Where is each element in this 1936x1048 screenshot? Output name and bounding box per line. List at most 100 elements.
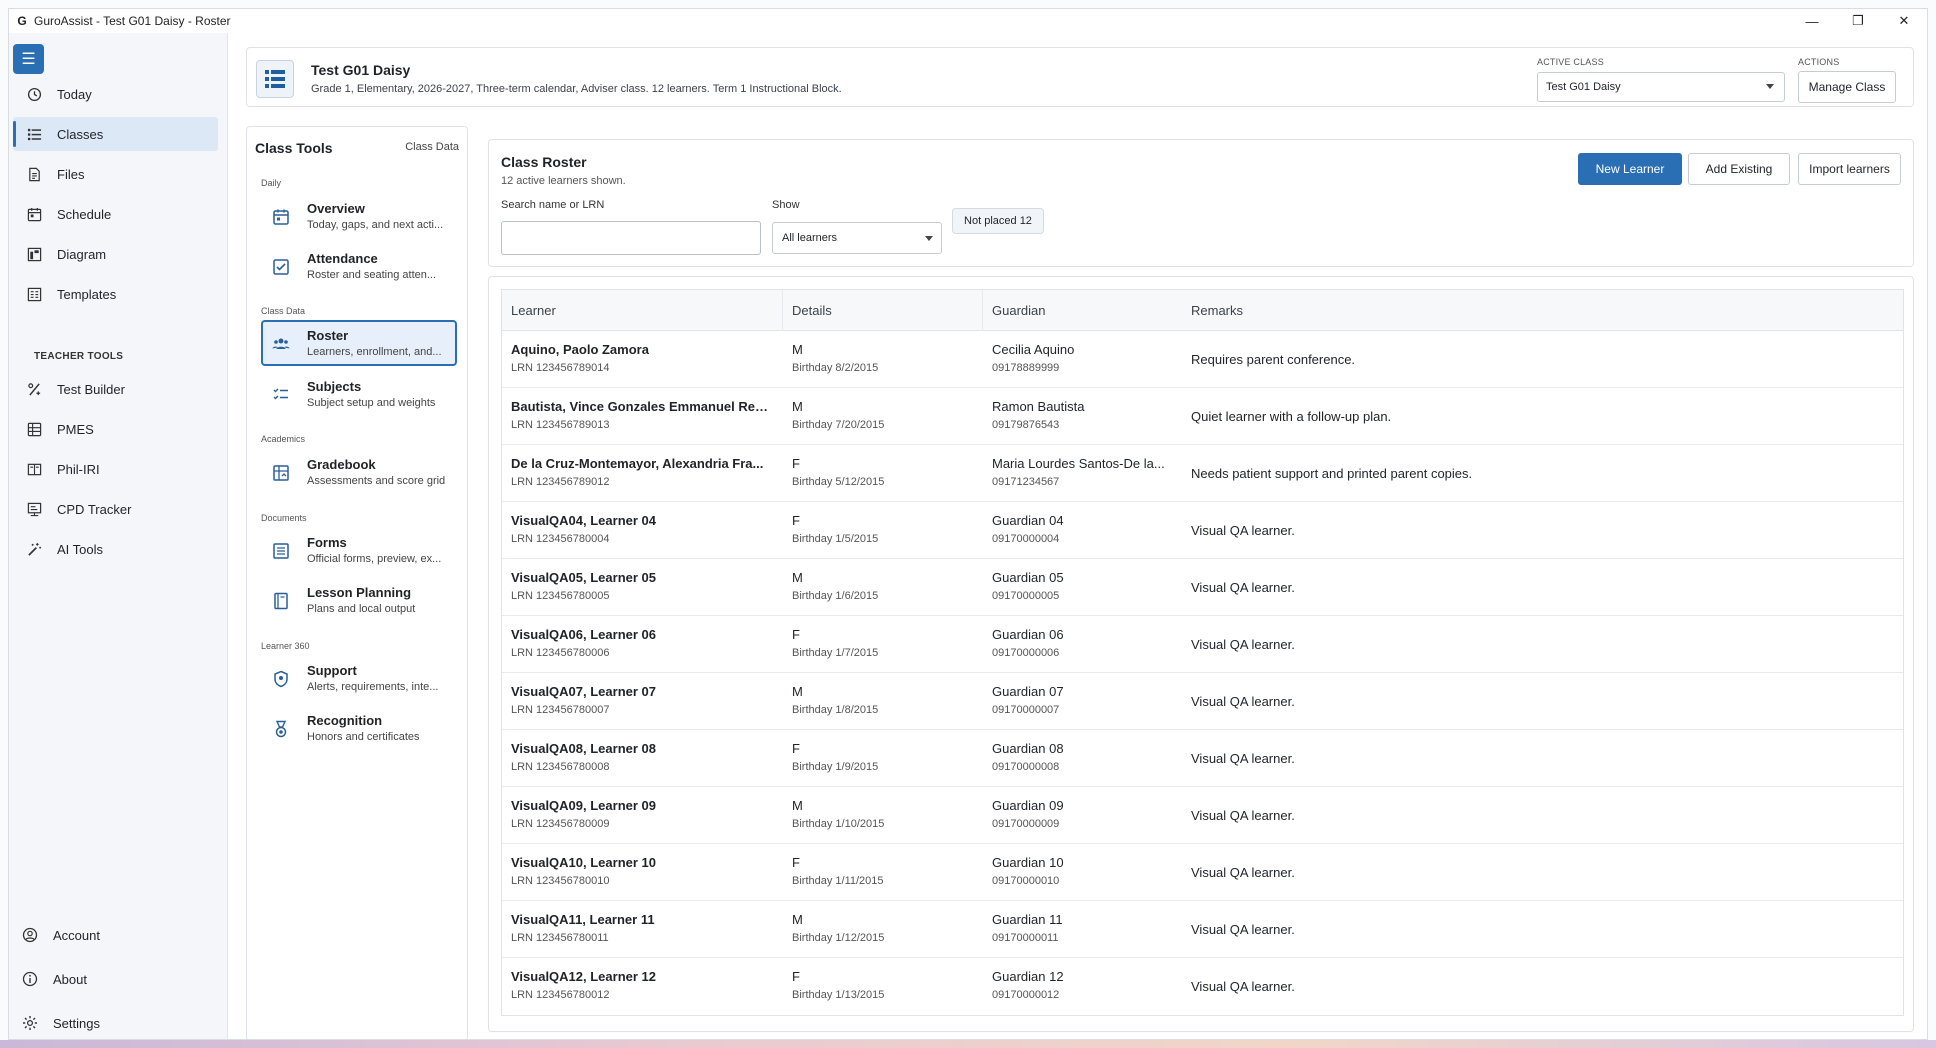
learner-name[interactable]: VisualQA07, Learner 07: [511, 684, 656, 699]
table-row[interactable]: VisualQA04, Learner 04 LRN 123456780004 F B…: [502, 502, 1903, 559]
learner-remarks: Visual QA learner.: [1191, 922, 1295, 937]
learner-cell: VisualQA04, Learner 04 LRN 123456780004: [502, 502, 783, 559]
learner-name[interactable]: VisualQA08, Learner 08: [511, 741, 656, 756]
learner-name[interactable]: Aquino, Paolo Zamora: [511, 342, 649, 357]
details-cell: F Birthday 1/13/2015: [783, 958, 983, 1015]
column-header-learner[interactable]: Learner: [502, 289, 783, 331]
guardian-cell: Guardian 07 09170000007: [983, 673, 1182, 730]
add-existing-button[interactable]: Add Existing: [1688, 153, 1790, 185]
tool-roster[interactable]: Roster Learners, enrollment, and...: [261, 320, 457, 366]
nav-item-classes[interactable]: Classes: [13, 117, 218, 151]
show-filter-select[interactable]: All learners: [772, 222, 942, 254]
remarks-cell: Needs patient support and printed parent…: [1182, 445, 1903, 502]
class-data-link[interactable]: Class Data: [405, 141, 459, 153]
menu-toggle-button[interactable]: ☰: [13, 44, 44, 74]
nav-item-test-builder[interactable]: Test Builder: [13, 372, 218, 406]
nav-item-schedule[interactable]: Schedule: [13, 197, 218, 231]
tool-overview[interactable]: Overview Today, gaps, and next acti...: [261, 193, 457, 239]
learner-sex: F: [792, 627, 800, 642]
column-header-remarks[interactable]: Remarks: [1182, 290, 1903, 331]
table-row[interactable]: VisualQA06, Learner 06 LRN 123456780006 F B…: [502, 616, 1903, 673]
nav-item-account[interactable]: Account: [9, 918, 214, 952]
nav-item-today[interactable]: Today: [13, 77, 218, 111]
table-row[interactable]: VisualQA07, Learner 07 LRN 123456780007 M B…: [502, 673, 1903, 730]
learner-name[interactable]: VisualQA09, Learner 09: [511, 798, 656, 813]
guardian-cell: Guardian 10 09170000010: [983, 844, 1182, 901]
tool-lesson-planning[interactable]: Lesson Planning Plans and local output: [261, 577, 457, 623]
clock-icon: [25, 85, 43, 103]
learner-name[interactable]: De la Cruz-Montemayor, Alexandria Fra...: [511, 456, 763, 471]
learner-name[interactable]: Bautista, Vince Gonzales Emmanuel Reyes: [511, 399, 771, 414]
learner-name[interactable]: VisualQA11, Learner 11: [511, 912, 655, 927]
nav-item-about[interactable]: About: [9, 962, 214, 996]
column-header-details[interactable]: Details: [783, 289, 983, 331]
table-row[interactable]: VisualQA10, Learner 10 LRN 123456780010 F B…: [502, 844, 1903, 901]
table-row[interactable]: VisualQA11, Learner 11 LRN 123456780011 M B…: [502, 901, 1903, 958]
guardian-cell: Maria Lourdes Santos-De la... 09171234567: [983, 445, 1182, 502]
guardian-phone: 09170000009: [992, 818, 1060, 830]
main-nav: ☰ Today Classes Files Schedule Diagram T…: [9, 33, 228, 1039]
people-icon: [270, 333, 292, 355]
column-header-guardian[interactable]: Guardian: [983, 290, 1182, 331]
nav-item-label: PMES: [57, 421, 94, 437]
import-learners-button[interactable]: Import learners: [1798, 153, 1901, 185]
learner-birthday: Birthday 1/9/2015: [792, 761, 879, 773]
remarks-cell: Visual QA learner.: [1182, 673, 1903, 730]
nav-item-settings[interactable]: Settings: [9, 1006, 214, 1039]
learner-name[interactable]: VisualQA10, Learner 10: [511, 855, 656, 870]
learner-cell: VisualQA08, Learner 08 LRN 123456780008: [502, 730, 783, 787]
info-icon: [21, 970, 39, 988]
nav-item-templates[interactable]: Templates: [13, 277, 218, 311]
learner-name[interactable]: VisualQA04, Learner 04: [511, 513, 656, 528]
learner-sex: M: [792, 570, 803, 585]
minimize-button[interactable]: —: [1789, 9, 1835, 33]
nav-item-diagram[interactable]: Diagram: [13, 237, 218, 271]
guardian-name: Guardian 09: [992, 798, 1064, 813]
learner-name[interactable]: VisualQA06, Learner 06: [511, 627, 656, 642]
nav-item-phil-iri[interactable]: Phil-IRI: [13, 452, 218, 486]
tool-desc: Learners, enrollment, and...: [307, 346, 442, 358]
tool-desc: Honors and certificates: [307, 731, 420, 743]
close-button[interactable]: ✕: [1881, 9, 1927, 33]
tool-name: Forms: [307, 535, 347, 550]
tool-gradebook[interactable]: Gradebook Assessments and score grid: [261, 449, 457, 495]
nav-item-pmes[interactable]: PMES: [13, 412, 218, 446]
table-row[interactable]: VisualQA08, Learner 08 LRN 123456780008 F B…: [502, 730, 1903, 787]
restore-button[interactable]: ❐: [1835, 9, 1881, 33]
not-placed-badge[interactable]: Not placed 12: [952, 208, 1044, 234]
table-row[interactable]: Aquino, Paolo Zamora LRN 123456789014 M Bir…: [502, 331, 1903, 388]
active-class-select[interactable]: Test G01 Daisy: [1537, 72, 1785, 102]
details-cell: F Birthday 1/9/2015: [783, 730, 983, 787]
tool-support[interactable]: Support Alerts, requirements, inte...: [261, 655, 457, 701]
search-input[interactable]: [501, 221, 761, 255]
tool-recognition[interactable]: Recognition Honors and certificates: [261, 705, 457, 751]
tool-name: Gradebook: [307, 457, 376, 472]
window-controls: — ❐ ✕: [1789, 9, 1927, 33]
group-academics: Academics: [261, 434, 306, 444]
nav-item-cpd-tracker[interactable]: CPD Tracker: [13, 492, 218, 526]
calendar-icon: [25, 205, 43, 223]
table-row[interactable]: Bautista, Vince Gonzales Emmanuel Reyes L…: [502, 388, 1903, 445]
table-row[interactable]: VisualQA09, Learner 09 LRN 123456780009 M B…: [502, 787, 1903, 844]
tool-forms[interactable]: Forms Official forms, preview, ex...: [261, 527, 457, 573]
learner-name[interactable]: VisualQA05, Learner 05: [511, 570, 656, 585]
new-learner-button[interactable]: New Learner: [1578, 153, 1682, 185]
tool-attendance[interactable]: Attendance Roster and seating atten...: [261, 243, 457, 289]
details-cell: M Birthday 1/12/2015: [783, 901, 983, 958]
table-row[interactable]: De la Cruz-Montemayor, Alexandria Fra...…: [502, 445, 1903, 502]
table-row[interactable]: VisualQA12, Learner 12 LRN 123456780012 F B…: [502, 958, 1903, 1015]
details-cell: M Birthday 1/10/2015: [783, 787, 983, 844]
tool-subjects[interactable]: Subjects Subject setup and weights: [261, 371, 457, 417]
roster-table-card: Learner Details Guardian Remarks Aquino,…: [488, 276, 1914, 1032]
table-row[interactable]: VisualQA05, Learner 05 LRN 123456780005 M B…: [502, 559, 1903, 616]
tool-desc: Assessments and score grid: [307, 475, 446, 487]
learner-birthday: Birthday 1/6/2015: [792, 590, 879, 602]
list-icon: [25, 125, 43, 143]
manage-class-button[interactable]: Manage Class: [1798, 71, 1896, 103]
nav-item-files[interactable]: Files: [13, 157, 218, 191]
learner-name[interactable]: VisualQA12, Learner 12: [511, 969, 656, 984]
window-title: GuroAssist - Test G01 Daisy - Roster: [34, 14, 231, 28]
learner-birthday: Birthday 1/11/2015: [792, 875, 884, 887]
nav-item-ai-tools[interactable]: AI Tools: [13, 532, 218, 566]
nav-item-label: Diagram: [57, 246, 107, 262]
